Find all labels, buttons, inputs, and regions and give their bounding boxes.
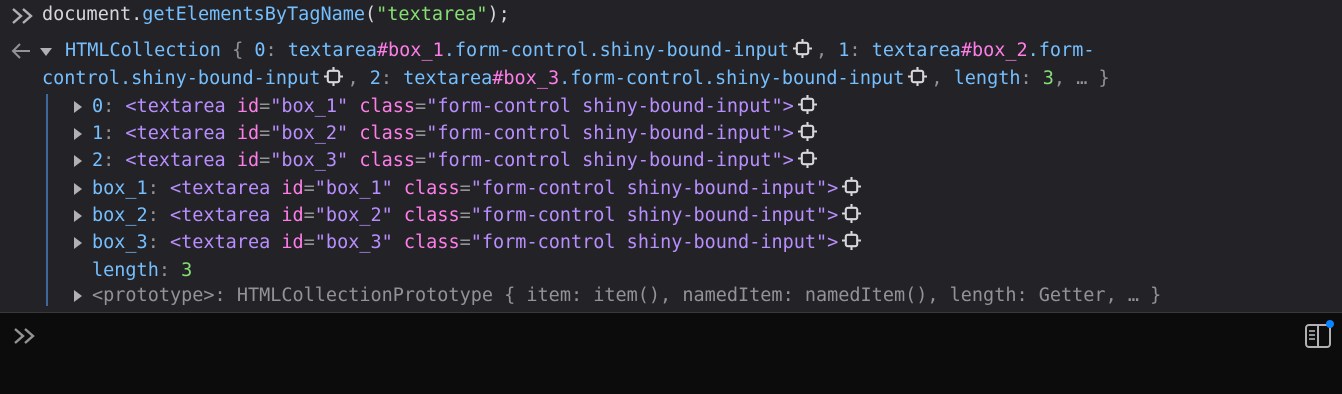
target-node-icon[interactable] <box>797 149 817 168</box>
target-node-icon[interactable] <box>908 67 928 86</box>
target-node-icon[interactable] <box>797 95 817 114</box>
double-chevron-icon <box>14 328 35 344</box>
collection-summary-line-1[interactable]: HTMLCollection { 0: textarea#box_1.form-… <box>65 37 1094 64</box>
list-item[interactable]: 2: <textarea id="box_3" class="form-cont… <box>92 147 821 174</box>
double-chevron-icon <box>12 8 33 24</box>
left-arrow-icon <box>11 43 30 59</box>
target-node-icon[interactable] <box>324 67 344 86</box>
length-row: length: 3 <box>92 260 193 281</box>
input-arg: "textarea" <box>376 4 488 25</box>
target-node-icon[interactable] <box>793 39 812 58</box>
input-object: document <box>42 4 132 25</box>
item-twisty[interactable] <box>74 155 82 167</box>
target-node-icon[interactable] <box>797 122 817 141</box>
notification-dot <box>1326 320 1334 328</box>
prototype-twisty[interactable] <box>74 290 82 302</box>
collection-summary-line-2[interactable]: control.shiny-bound-input, 2: textarea#b… <box>42 65 1110 92</box>
list-item[interactable]: box_2: <textarea id="box_2" class="form-… <box>92 202 865 229</box>
target-node-icon[interactable] <box>842 177 862 196</box>
item-twisty[interactable] <box>74 237 82 249</box>
item-twisty[interactable] <box>74 101 82 113</box>
tree-guide-line <box>46 94 48 306</box>
list-item[interactable]: 0: <textarea id="box_1" class="form-cont… <box>92 93 821 120</box>
console-input-line: document.getElementsByTagName("textarea"… <box>42 4 510 25</box>
list-item[interactable]: box_1: <textarea id="box_1" class="form-… <box>92 175 865 202</box>
target-node-icon[interactable] <box>842 204 862 223</box>
console-input-area[interactable] <box>0 313 1342 394</box>
list-item[interactable]: 1: <textarea id="box_2" class="form-cont… <box>92 120 821 147</box>
collection-twisty[interactable] <box>40 48 52 56</box>
prototype-row[interactable]: <prototype>: HTMLCollectionPrototype { i… <box>92 282 1161 309</box>
input-method: getElementsByTagName <box>142 4 366 25</box>
item-twisty[interactable] <box>74 128 82 140</box>
collection-type: HTMLCollection <box>65 40 221 61</box>
target-node-icon[interactable] <box>842 231 862 250</box>
item-twisty[interactable] <box>74 183 82 195</box>
item-twisty[interactable] <box>74 210 82 222</box>
list-item[interactable]: box_3: <textarea id="box_3" class="form-… <box>92 229 865 256</box>
